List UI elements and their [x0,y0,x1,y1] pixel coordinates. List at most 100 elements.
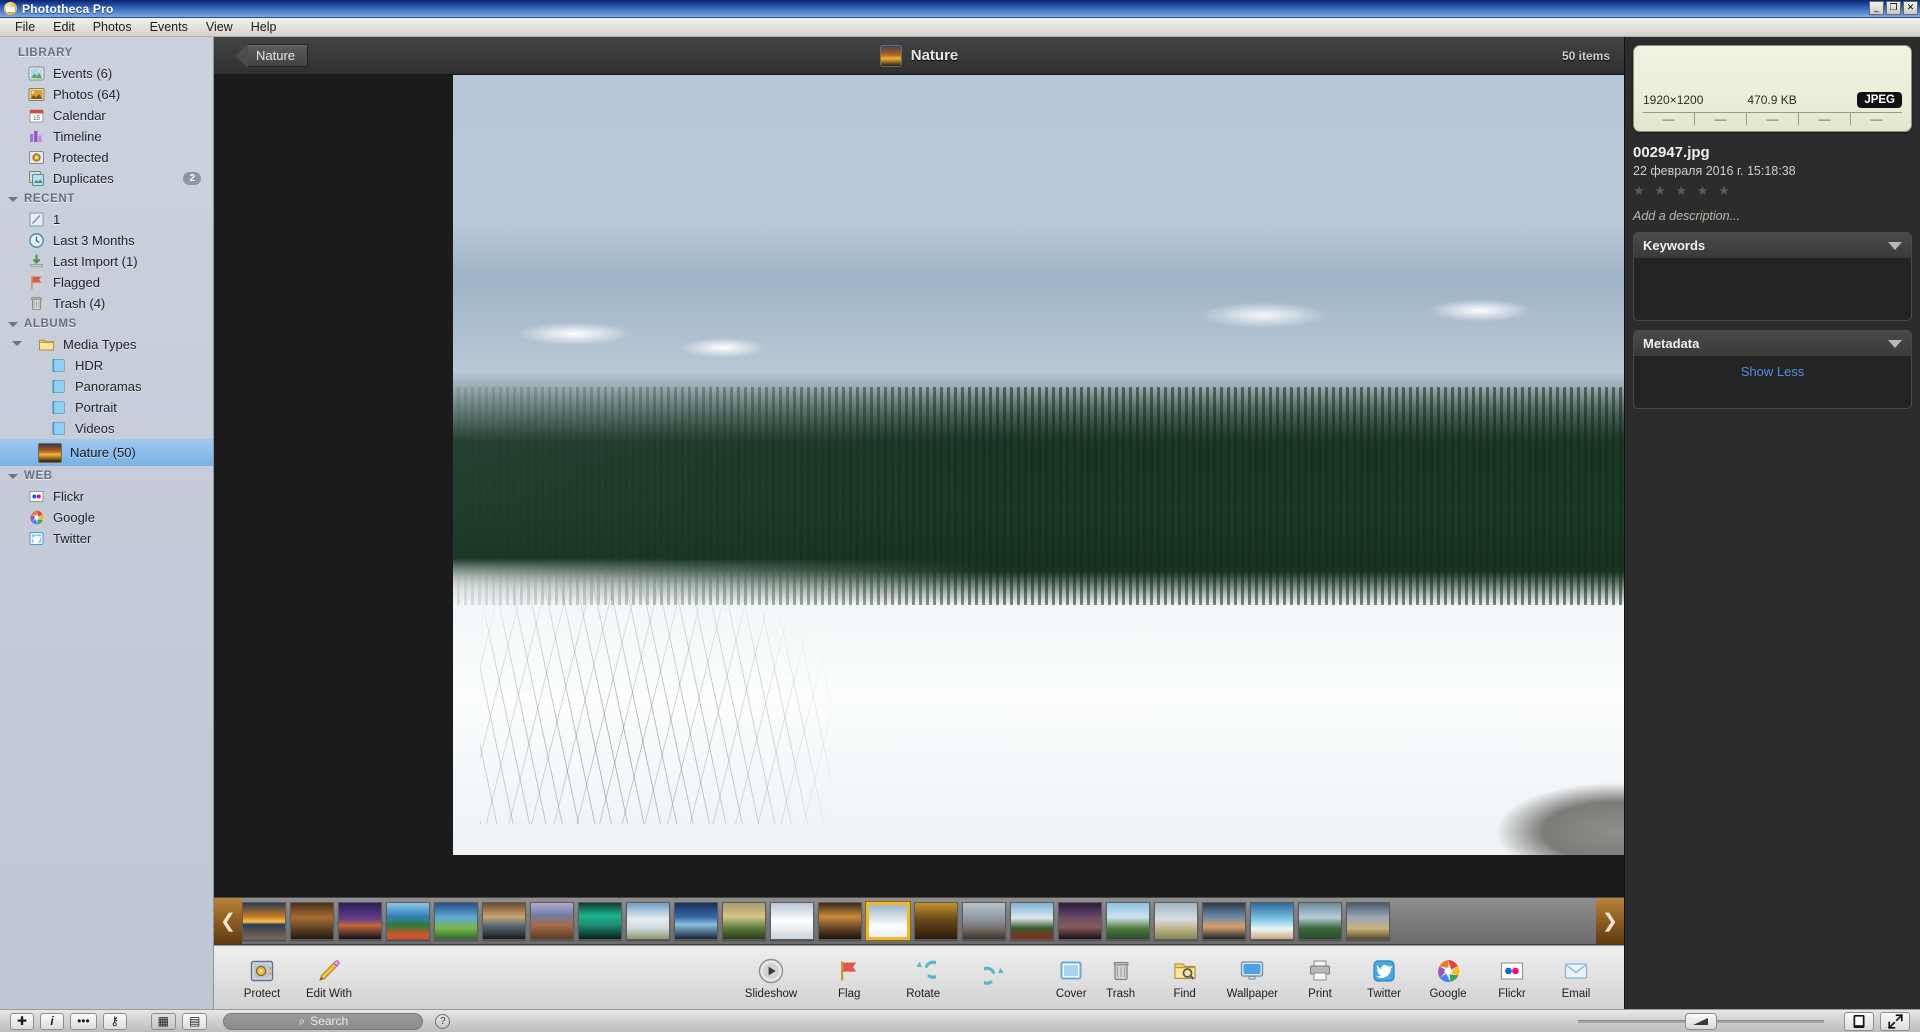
sidebar-item-portrait[interactable]: Portrait [0,397,213,418]
filmstrip-thumbnail[interactable] [530,902,574,940]
close-button[interactable]: ✕ [1903,1,1918,15]
add-button[interactable]: ✚ [10,1012,35,1030]
filmstrip-prev-button[interactable]: ❮ [214,898,242,944]
sidebar-item-panoramas[interactable]: Panoramas [0,376,213,397]
sidebar-item-google[interactable]: Google [0,507,213,528]
sidebar-item-last-3-months[interactable]: Last 3 Months [0,230,213,251]
sidebar-item-calendar[interactable]: 15 Calendar [0,105,213,126]
filmstrip-thumbnail[interactable] [818,902,862,940]
sidebar-item-recent-search[interactable]: 1 [0,209,213,230]
chevron-down-icon[interactable] [8,196,18,202]
sidebar-item-timeline[interactable]: Timeline [0,126,213,147]
metadata-panel-header[interactable]: Metadata [1634,331,1911,356]
sidebar-item-flagged[interactable]: Flagged [0,272,213,293]
zoom-slider[interactable] [1578,1012,1824,1030]
help-icon[interactable]: ? [435,1013,451,1029]
menu-file[interactable]: File [6,19,44,35]
chevron-down-icon[interactable] [12,341,22,346]
filmstrip-thumbnail[interactable] [1154,902,1198,940]
filmstrip-thumbnail[interactable] [1202,902,1246,940]
menu-photos[interactable]: Photos [84,19,141,35]
filmstrip-thumbnail[interactable] [914,902,958,940]
maximize-button[interactable]: ❐ [1886,1,1901,15]
filmstrip-thumbnail[interactable] [1010,902,1054,940]
sidebar-group-albums[interactable]: ALBUMS [0,314,213,334]
photo-viewer-image[interactable] [453,75,1624,855]
flag-button[interactable]: Flag [823,956,875,1000]
menu-help[interactable]: Help [242,19,286,35]
sidebar-item-media-types[interactable]: Media Types [0,334,213,355]
filmstrip-thumbnail[interactable] [386,902,430,940]
filmstrip-thumbnail[interactable] [482,902,526,940]
rating-stars[interactable]: ★ ★ ★ ★ ★ [1633,183,1912,199]
description-field[interactable]: Add a description... [1633,209,1912,223]
filmstrip[interactable]: ❮ ❯ [214,897,1624,945]
single-view-button[interactable] [1844,1011,1874,1031]
twitter-button[interactable]: Twitter [1358,956,1410,1000]
sidebar-item-last-import[interactable]: Last Import (1) [0,251,213,272]
sidebar-group-recent[interactable]: RECENT [0,189,213,209]
sidebar-item-events[interactable]: Events (6) [0,63,213,84]
chevron-down-icon[interactable] [1888,339,1902,348]
sidebar-item-photos[interactable]: Photos (64) [0,84,213,105]
more-button[interactable]: ••• [70,1012,97,1030]
menu-events[interactable]: Events [141,19,197,35]
show-less-link[interactable]: Show Less [1642,364,1903,379]
filmstrip-thumbnail[interactable] [770,902,814,940]
menu-edit[interactable]: Edit [44,19,84,35]
keywords-panel-header[interactable]: Keywords [1634,233,1911,258]
filmstrip-thumbnail[interactable] [866,902,910,940]
filmstrip-thumbnail[interactable] [962,902,1006,940]
filmstrip-track[interactable] [242,902,1596,940]
preview-card[interactable]: 1920×1200 470.9 KB JPEG — — — — — [1633,45,1912,132]
list-view-button[interactable]: ▤ [182,1012,208,1030]
rotate-left-button[interactable]: Rotate [897,956,949,1000]
grid-view-button[interactable]: ▦ [150,1012,177,1030]
sidebar-item-videos[interactable]: Videos [0,418,213,439]
filmstrip-thumbnail[interactable] [1250,902,1294,940]
rotate-right-button[interactable] [971,956,1023,1000]
filmstrip-thumbnail[interactable] [434,902,478,940]
sidebar-item-hdr[interactable]: HDR [0,355,213,376]
chevron-down-icon[interactable] [1888,241,1902,250]
filmstrip-thumbnail[interactable] [1346,902,1390,940]
edit-with-button[interactable]: Edit With [302,956,356,1000]
filmstrip-thumbnail[interactable] [1106,902,1150,940]
flickr-button[interactable]: Flickr [1486,956,1538,1000]
filmstrip-thumbnail[interactable] [338,902,382,940]
email-button[interactable]: Email [1550,956,1602,1000]
chevron-down-icon[interactable] [8,321,18,327]
wallpaper-button[interactable]: Wallpaper [1223,956,1282,1000]
sidebar-item-flickr[interactable]: Flickr [0,486,213,507]
slideshow-button[interactable]: Slideshow [741,956,801,1000]
cover-button[interactable]: Cover [1045,956,1097,1000]
breadcrumb-back-button[interactable]: Nature [234,44,309,68]
key-button[interactable]: ⚷ [102,1012,127,1030]
info-button[interactable]: i [40,1012,65,1030]
filmstrip-thumbnail[interactable] [290,902,334,940]
keywords-panel-body[interactable] [1634,258,1911,320]
photo-stage[interactable] [214,75,1624,897]
minimize-button[interactable]: _ [1869,1,1884,15]
sidebar-item-protected[interactable]: Protected [0,147,213,168]
filmstrip-thumbnail[interactable] [1298,902,1342,940]
trash-button[interactable]: Trash [1095,956,1147,1000]
sidebar-group-web[interactable]: WEB [0,466,213,486]
sidebar-item-duplicates[interactable]: Duplicates 2 [0,168,213,189]
filmstrip-thumbnail[interactable] [242,902,286,940]
filmstrip-next-button[interactable]: ❯ [1596,898,1624,944]
google-button[interactable]: Google [1422,956,1474,1000]
sidebar-item-trash[interactable]: Trash (4) [0,293,213,314]
filmstrip-thumbnail[interactable] [1058,902,1102,940]
filmstrip-thumbnail[interactable] [674,902,718,940]
zoom-slider-track-right[interactable] [1709,1019,1824,1023]
protect-button[interactable]: Protect [236,956,288,1000]
chevron-down-icon[interactable] [8,473,18,479]
sidebar-item-nature[interactable]: Nature (50) [0,439,213,466]
zoom-slider-knob[interactable] [1685,1012,1717,1030]
sidebar[interactable]: LIBRARY Events (6) Photos (64) 15 Calend… [0,37,214,1009]
search-input[interactable]: ⌕ Search [223,1012,424,1030]
sidebar-item-twitter[interactable]: Twitter [0,528,213,549]
filmstrip-thumbnail[interactable] [578,902,622,940]
zoom-slider-track-left[interactable] [1578,1019,1693,1023]
